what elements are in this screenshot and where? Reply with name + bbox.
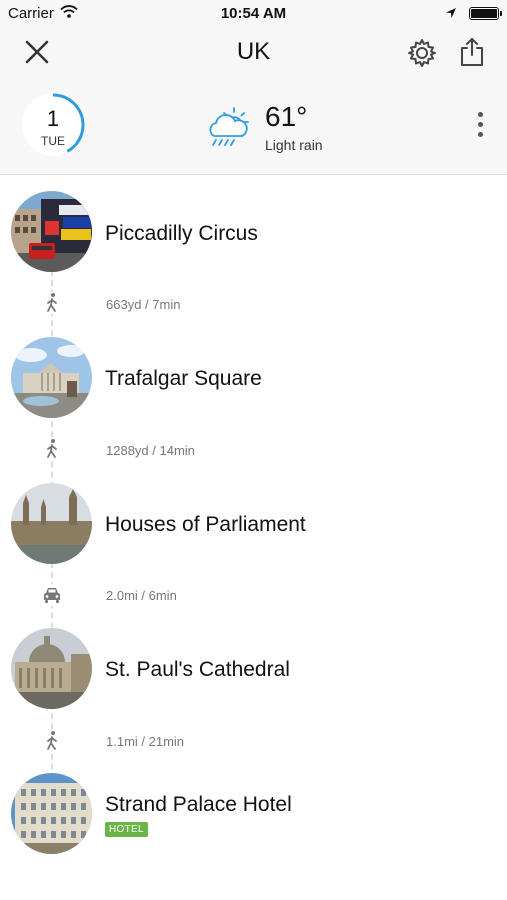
- walk-icon: [42, 730, 62, 752]
- leg-distance-time: 663yd / 7min: [106, 297, 181, 312]
- cloud-rain-sun-icon: [204, 104, 254, 150]
- walk-icon: [42, 438, 62, 460]
- temperature: 61°: [265, 101, 308, 132]
- clock: 10:54 AM: [220, 5, 287, 22]
- walk-icon: [42, 292, 62, 314]
- leg-distance-time: 1.1mi / 21min: [106, 734, 185, 749]
- stop-name[interactable]: St. Paul's Cathedral: [105, 658, 290, 682]
- piccadilly-circus-photo[interactable]: [11, 191, 92, 272]
- stop-name[interactable]: Trafalgar Square: [105, 367, 262, 391]
- more-options-icon[interactable]: [472, 112, 488, 142]
- day-number: 1: [46, 106, 60, 131]
- gear-icon[interactable]: [406, 37, 438, 69]
- share-icon[interactable]: [458, 36, 486, 68]
- stop-name[interactable]: Houses of Parliament: [105, 513, 306, 537]
- car-icon: [42, 584, 62, 606]
- day-selector[interactable]: 1 TUE: [20, 92, 86, 158]
- status-bar: Carrier 10:54 AM: [0, 0, 507, 28]
- hotel-badge: HOTEL: [105, 822, 148, 837]
- st-pauls-cathedral-photo[interactable]: [11, 628, 92, 709]
- houses-of-parliament-photo[interactable]: [11, 483, 92, 564]
- nav-bar: UK: [0, 28, 507, 76]
- stop-name[interactable]: Strand Palace Hotel: [105, 793, 292, 817]
- stop-name[interactable]: Piccadilly Circus: [105, 222, 258, 246]
- battery-icon: [469, 7, 502, 20]
- trafalgar-square-photo[interactable]: [11, 337, 92, 418]
- leg-distance-time: 1288yd / 14min: [106, 443, 195, 458]
- day-weekday: TUE: [41, 134, 65, 148]
- strand-palace-hotel-photo[interactable]: [11, 773, 92, 854]
- weather-condition: Light rain: [265, 137, 323, 153]
- location-arrow-icon: [445, 6, 457, 23]
- leg-distance-time: 2.0mi / 6min: [106, 588, 177, 603]
